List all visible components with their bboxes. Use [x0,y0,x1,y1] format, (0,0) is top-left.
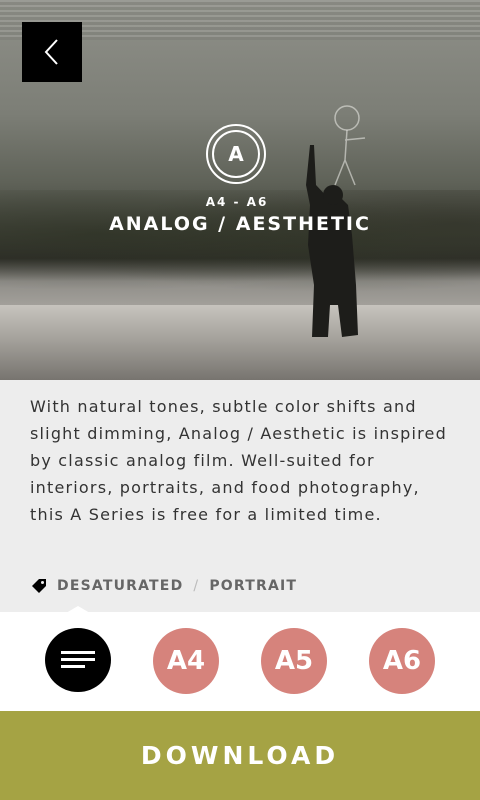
selection-pointer [66,606,90,613]
download-button[interactable]: DOWNLOAD [0,711,480,800]
menu-lines-icon [61,651,95,668]
preset-a5-button[interactable]: A5 [261,628,327,694]
series-description: With natural tones, subtle color shifts … [30,397,447,524]
series-logo-letter: A [212,130,260,178]
tag-desaturated[interactable]: DESATURATED [57,578,183,594]
description-menu-button[interactable] [45,628,111,692]
back-button[interactable] [22,22,82,82]
tag-separator: / [193,578,200,594]
window-sill [0,305,480,380]
tag-list: DESATURATED / PORTRAIT [30,576,297,596]
tag-portrait[interactable]: PORTRAIT [209,578,297,594]
tag-icon [32,579,46,593]
window-drawing [334,105,366,186]
preset-a4-button[interactable]: A4 [153,628,219,694]
chevron-left-icon [44,39,58,65]
series-logo: A [206,124,266,184]
preset-a6-button[interactable]: A6 [369,628,435,694]
preset-range: A4 - A6 [205,195,269,209]
page-title: ANALOG / AESTHETIC [109,213,371,235]
